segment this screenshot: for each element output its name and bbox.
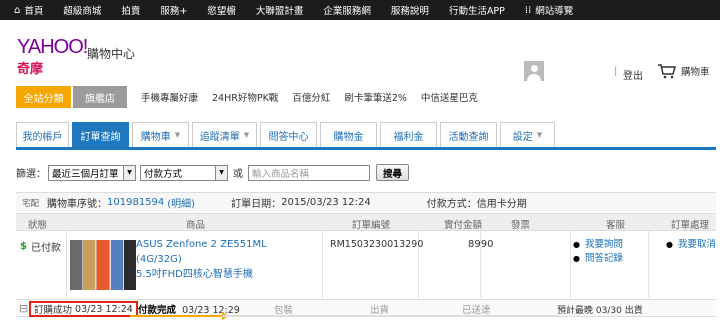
product-thumbnail[interactable]: [70, 240, 136, 290]
table-header: 狀態 商品 訂單編號 實付金額 發票 客服 訂單處理: [16, 213, 716, 231]
col-service: 客服: [606, 220, 626, 231]
filter-label: 篩選：: [16, 169, 46, 180]
chevron-down-icon: ▼: [174, 131, 181, 139]
dollar-icon: $: [20, 241, 27, 252]
site-name: 購物中心: [87, 47, 136, 61]
ask-question-link[interactable]: 我要詢問: [585, 238, 623, 252]
yahoo-logo[interactable]: YAHOO! 奇摩 購物中心: [17, 36, 137, 77]
service-links: ● 我要詢問 ● 問答記錄: [573, 238, 623, 266]
avatar[interactable]: [524, 61, 544, 81]
tab-campaigns[interactable]: 活動查詢: [440, 122, 497, 147]
payment-status: $ 已付款: [20, 241, 61, 254]
promo-link[interactable]: 百億分紅: [292, 90, 330, 104]
col-invoice: 發票: [511, 220, 531, 231]
chevron-down-icon: ▼: [215, 165, 227, 180]
bullet-icon: ●: [573, 240, 580, 249]
paid-amount: 8990: [468, 239, 494, 250]
col-actions: 訂單處理: [671, 220, 710, 231]
order-actions: ● 我要取消: [666, 238, 716, 252]
chevron-down-icon: ▼: [123, 165, 135, 180]
order-number-label: 購物車序號：: [47, 199, 108, 210]
order-timeline: ⊟ 訂購成功 03/23 12:24 付款完成 03/23 12:29 包裝 出…: [16, 299, 716, 320]
grid-icon: ⁞⁞: [524, 4, 532, 16]
bullet-icon: ●: [573, 254, 580, 263]
order-number: RM1503230013290: [330, 239, 424, 250]
estimated-shipping: 預計最晚 03/30 出貨: [557, 306, 643, 316]
order-number-link[interactable]: 101981594: [107, 197, 164, 208]
delivery-badge: 宅配: [22, 198, 40, 209]
tab-order-query[interactable]: 訂單查詢: [72, 122, 129, 147]
chevron-down-icon: ▼: [536, 131, 543, 139]
order-filter: 篩選： 最近三個月訂單 ▼ 付款方式 ▼ 或 輸入商品名稱 搜尋: [16, 164, 410, 181]
payment-label: 付款方式：: [426, 199, 477, 210]
payment-select[interactable]: 付款方式 ▼: [140, 164, 228, 181]
category-bar: 全站分類 旗艦店 手機專屬好康 24HR好物PK戰 百億分紅 刷卡筆筆送2% 中…: [16, 86, 716, 108]
tab-cart[interactable]: 購物車 ▼: [132, 122, 189, 147]
flagship-store-button[interactable]: 旗艦店: [73, 86, 127, 108]
chevron-down-icon: ▼: [243, 131, 250, 139]
product-search-input[interactable]: 輸入商品名稱: [248, 164, 370, 181]
promo-link[interactable]: 刷卡筆筆送2%: [344, 90, 407, 104]
promo-link[interactable]: 手機專屬好康: [141, 90, 198, 104]
col-status: 狀態: [28, 220, 48, 231]
tab-my-account[interactable]: 我的帳戶: [16, 122, 69, 147]
topnav-league[interactable]: 大聯盟計畫: [256, 3, 304, 17]
promo-link[interactable]: 24HR好物PK戰: [212, 90, 278, 104]
product-name-link[interactable]: ASUS Zenfone 2 ZE551ML (4G/32G) 5.5吋FHD四…: [136, 237, 306, 282]
cart-label: 購物車: [681, 67, 710, 78]
topnav-enterprise[interactable]: 企業服務網: [323, 3, 371, 17]
progress-bar-track: [222, 315, 560, 317]
col-amount: 實付金額: [444, 220, 483, 231]
progress-bar-fill: [130, 315, 222, 317]
cart-icon: [658, 64, 676, 79]
all-categories-button[interactable]: 全站分類: [16, 86, 71, 108]
promo-link[interactable]: 中信送星巴克: [421, 90, 478, 104]
logo-sub: 奇摩: [17, 62, 44, 77]
col-order-no: 訂單編號: [352, 220, 391, 231]
cart-link[interactable]: 購物車: [657, 63, 710, 79]
timeline-step-delivered: 已送達: [462, 305, 491, 316]
order-date: 2015/03/23 12:24: [281, 197, 371, 208]
search-button[interactable]: 搜尋: [376, 164, 410, 181]
top-nav-bar: ⌂ 首頁 超級商城 拍賣 服務+ 慾望櫥 大聯盟計畫 企業服務網 服務說明 行動生…: [0, 0, 720, 20]
order-date-label: 訂單日期：: [231, 199, 282, 210]
period-select[interactable]: 最近三個月訂單 ▼: [48, 164, 136, 181]
timeline-step-packing: 包裝: [274, 305, 294, 316]
header-separator: |: [614, 66, 618, 77]
home-icon: ⌂: [14, 4, 21, 16]
topnav-service[interactable]: 服務+: [160, 3, 187, 17]
tab-shopping-credit[interactable]: 購物金: [320, 122, 377, 147]
col-product: 商品: [186, 220, 206, 231]
tab-welfare-credit[interactable]: 福利金: [380, 122, 437, 147]
topnav-home[interactable]: ⌂ 首頁: [14, 3, 43, 18]
account-tabs: 我的帳戶 訂單查詢 購物車 ▼ 追蹤清單 ▼ 問答中心 購物金 福利金 活動查詢 設…: [16, 122, 716, 150]
logout-link[interactable]: 登出: [623, 67, 643, 82]
collapse-icon[interactable]: ⊟: [19, 302, 28, 315]
topnav-auction[interactable]: 拍賣: [121, 3, 140, 17]
bullet-icon: ●: [666, 240, 673, 249]
logo-text: YAHOO!: [17, 36, 88, 58]
timeline-step-ordered: 訂購成功 03/23 12:24: [29, 301, 138, 317]
topnav-sitemap[interactable]: ⁞⁞ 網站導覽: [524, 3, 573, 18]
topnav-help[interactable]: 服務說明: [391, 3, 429, 17]
cancel-order-link[interactable]: 我要取消: [678, 238, 716, 252]
site-header: YAHOO! 奇摩 購物中心 | 登出 購物車: [0, 20, 720, 82]
tab-settings[interactable]: 設定 ▼: [500, 122, 555, 147]
qa-history-link[interactable]: 問答記錄: [585, 252, 623, 266]
tab-qa-center[interactable]: 問答中心: [260, 122, 317, 147]
topnav-mall[interactable]: 超級商城: [63, 3, 101, 17]
or-label: 或: [233, 169, 243, 180]
table-row: $ 已付款 ASUS Zenfone 2 ZE551ML (4G/32G) 5.5…: [16, 231, 716, 298]
order-detail-link[interactable]: (明細): [167, 195, 195, 210]
timeline-step-shipping: 出貨: [370, 305, 390, 316]
avatar-body: [527, 74, 541, 81]
topnav-app[interactable]: 行動生活APP: [449, 3, 505, 17]
topnav-wishlist[interactable]: 慾望櫥: [207, 3, 236, 17]
avatar-head: [531, 65, 538, 72]
tab-watchlist[interactable]: 追蹤清單 ▼: [192, 122, 257, 147]
payment-method: 信用卡分期: [476, 199, 527, 210]
order-header: 宅配 購物車序號： 101981594 (明細) 訂單日期： 2015/03/2…: [16, 192, 716, 212]
